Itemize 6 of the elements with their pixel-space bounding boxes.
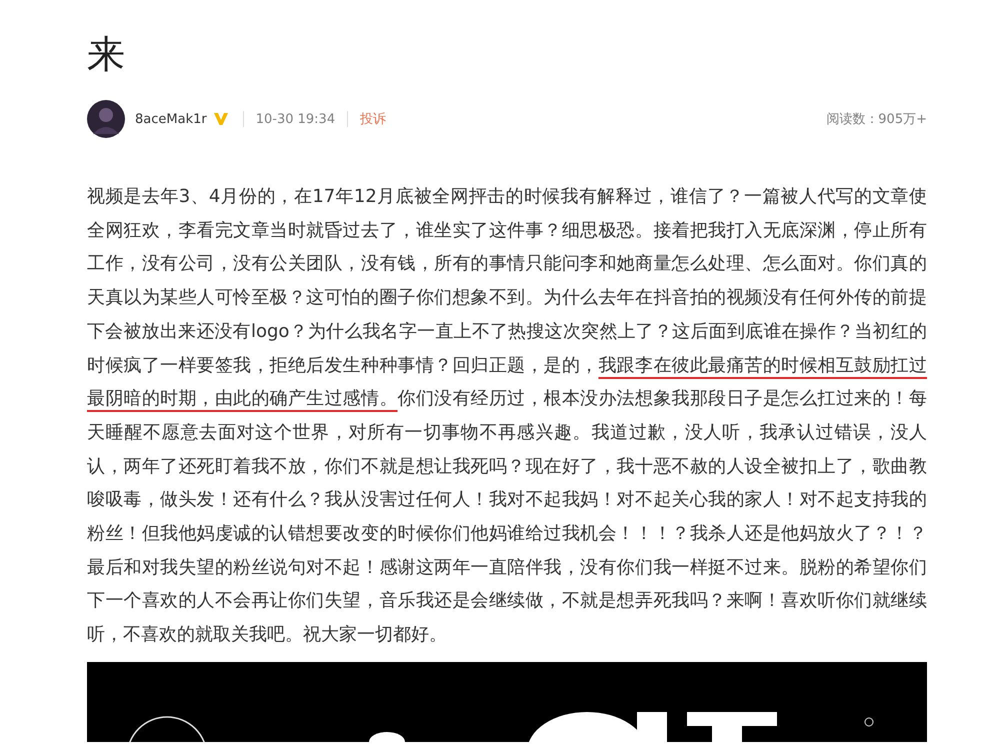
article-title: 来 bbox=[87, 31, 126, 78]
post-time: 10-30 19:34 bbox=[256, 112, 336, 126]
author-name[interactable]: 8aceMak1r bbox=[135, 112, 207, 126]
avatar[interactable] bbox=[87, 100, 125, 138]
read-count: 阅读数：905万+ bbox=[826, 111, 927, 128]
article-body: 视频是去年3、4月份的，在17年12月底被全网抨击的时候我有解释过，谁信了？一篇被人代写的文章使全网狂欢，李看完文章当时就昏过去了，谁坐实了这件事？细思极恐。接着把我打入无底深渊，停止所有工作，没有公司，没有公关团队，没有钱，所有的事情只能问李和她商量怎么处理、怎么面对。你们真的天真以为某些人可怜至极？这可怕的圈子你们想象不到。为什么去年在抖音拍的视频没有任何外传的前提下会被放出来还没有logo？为什么我名字一直上不了热搜这次突然上了？这后面到底谁在操作？当初红的时候疯了一样要签我，拒绝后发生种种事情？回归正题，是的，我跟李在彼此最痛苦的时候相互鼓励扛过最阴暗的时期，由此的确产生过感情。你们没有经历过，根本没办法想象我那段日子是怎么扛过来的！每天睡醒不愿意去面对这个世界，对所有一切事物不再感兴趣。我道过歉，没人听，我承认过错误，没人认，两年了还死盯着我不放，你们不就是想让我死吗？现在好了，我十恶不赦的人设全被扣上了，歌曲教唆吸毒，做头发！还有什么？我从没害过任何人！我对不起我妈！对不起关心我的家人！对不起支持我的粉丝！但我他妈虔诚的认错想要改变的时候你们他妈谁给过我机会！！！？我杀人还是他妈放火了？！？最后和对我失望的粉丝说句对不起！感谢这两年一直陪伴我，没有你们我一样挺不过来。脱粉的希望你们下一个喜欢的人不会再让你们失望，音乐我还是会继续做，不就是想弄死我吗？来啊！喜欢听你们就继续听，不喜欢的就取关我吧。祝大家一切都好。 bbox=[87, 185, 927, 648]
